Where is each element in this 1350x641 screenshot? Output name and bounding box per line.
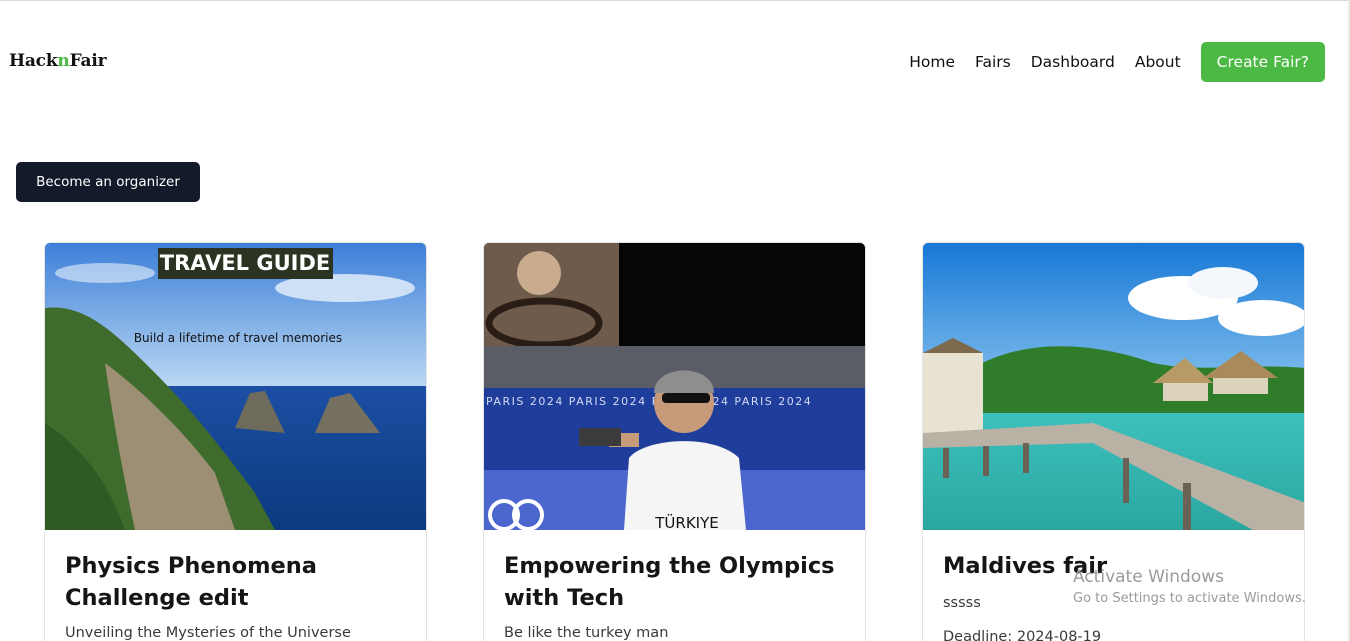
travel-guide-image: TRAVEL GUIDE Build a lifetime of travel … [45,243,426,530]
fair-card-description: sssss [943,595,981,611]
watermark-subtitle: Go to Settings to activate Windows. [1073,591,1306,606]
maldives-image [923,243,1304,530]
fair-card-title[interactable]: Empowering the Olympics with Tech [504,550,849,614]
fair-card[interactable]: PARIS 2024 PARIS 2024 PARIS 2024 PARIS 2… [483,242,866,641]
shirt-text: TÜRKIYE [654,513,718,530]
watermark-title: Activate Windows [1073,567,1224,587]
brand-prefix: Hack [9,51,58,71]
paris-banner-text: PARIS 2024 PARIS 2024 PARIS 2024 PARIS 2… [486,395,812,408]
fair-card-image[interactable]: TRAVEL GUIDE Build a lifetime of travel … [45,243,426,530]
create-fair-button[interactable]: Create Fair? [1200,42,1325,82]
top-border [0,0,1350,1]
fair-card-title[interactable]: Physics Phenomena Challenge edit [65,550,410,614]
fair-card[interactable]: TRAVEL GUIDE Build a lifetime of travel … [44,242,427,641]
image-caption: Build a lifetime of travel memories [134,331,342,345]
fair-card-image[interactable] [923,243,1304,530]
nav-dashboard[interactable]: Dashboard [1031,53,1115,71]
nav-about[interactable]: About [1135,53,1181,71]
become-organizer-button[interactable]: Become an organizer [16,162,200,202]
brand-accent: n [57,51,70,71]
nav-home[interactable]: Home [909,53,955,71]
main-nav: Home Fairs Dashboard About Create Fair? [909,42,1325,82]
brand-logo[interactable]: HacknFair [9,51,107,71]
olympics-image: PARIS 2024 PARIS 2024 PARIS 2024 PARIS 2… [484,243,865,530]
brand-suffix: Fair [69,51,107,71]
fair-card-deadline: Deadline: 2024-08-19 [943,629,1102,641]
fair-card-image[interactable]: PARIS 2024 PARIS 2024 PARIS 2024 PARIS 2… [484,243,865,530]
windows-activation-watermark: Activate Windows Go to Settings to activ… [1073,567,1306,606]
nav-fairs[interactable]: Fairs [975,53,1011,71]
fair-card-description: Unveiling the Mysteries of the Universe [65,625,351,641]
image-heading: TRAVEL GUIDE [160,251,331,275]
fair-card-description: Be like the turkey man [504,625,669,641]
